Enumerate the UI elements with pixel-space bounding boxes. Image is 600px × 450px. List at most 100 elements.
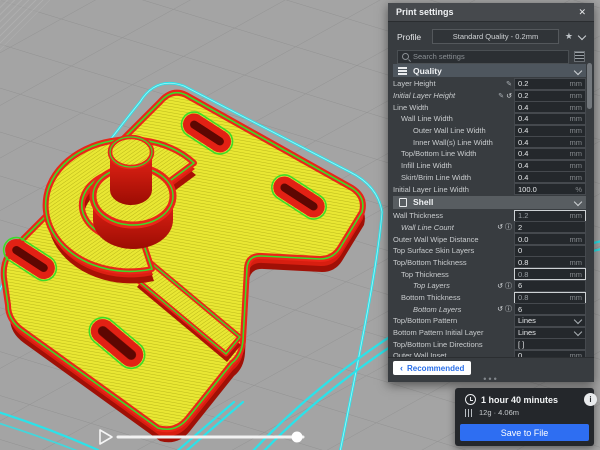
- setting-row: Initial Layer Height✎↺0.2mm: [393, 90, 586, 102]
- setting-value-field[interactable]: 0.0mm: [514, 233, 586, 245]
- setting-label: Wall Line Count: [393, 223, 497, 232]
- setting-label: Top/Bottom Thickness: [393, 258, 514, 267]
- setting-value: 0.4: [518, 138, 570, 147]
- pencil-icon[interactable]: ✎: [498, 92, 504, 100]
- info-icon[interactable]: ⓘ: [505, 304, 512, 314]
- setting-value-field[interactable]: 0.2mm: [514, 90, 586, 102]
- info-icon[interactable]: ⓘ: [505, 281, 512, 291]
- section-header-shell[interactable]: Shell: [393, 196, 586, 209]
- revert-icon[interactable]: ↺: [506, 92, 512, 100]
- profile-dropdown[interactable]: Standard Quality - 0.2mm: [432, 29, 559, 44]
- revert-icon[interactable]: ↺: [497, 223, 503, 231]
- setting-row: Top Layers↺ⓘ6: [393, 280, 586, 292]
- panel-header[interactable]: Print settings ✕: [388, 3, 594, 22]
- setting-label: Bottom Pattern Initial Layer: [393, 328, 514, 337]
- setting-value-field[interactable]: 2: [514, 221, 586, 233]
- search-placeholder: Search settings: [413, 52, 465, 61]
- setting-label: Top Surface Skin Layers: [393, 246, 514, 255]
- setting-label: Outer Wall Wipe Distance: [393, 235, 514, 244]
- search-input[interactable]: Search settings: [397, 50, 569, 64]
- close-icon[interactable]: ✕: [578, 7, 586, 18]
- settings-list: QualityLayer Height✎0.2mmInitial Layer H…: [393, 63, 586, 357]
- setting-row: Infill Line Width0.4mm: [393, 160, 586, 172]
- setting-value-field[interactable]: 0.8mm: [514, 268, 586, 280]
- setting-label: Top Thickness: [393, 270, 514, 279]
- filament-icon: [465, 409, 473, 417]
- setting-label: Line Width: [393, 103, 514, 112]
- setting-value-field[interactable]: 6: [514, 303, 586, 315]
- pencil-icon[interactable]: ✎: [506, 80, 512, 88]
- cura-window: Print settings ✕ Profile Standard Qualit…: [0, 0, 600, 450]
- star-icon[interactable]: ★: [565, 31, 573, 42]
- setting-value-field[interactable]: 0.4mm: [514, 148, 586, 160]
- setting-value-field[interactable]: 0: [514, 245, 586, 257]
- setting-value: 0.8: [518, 258, 570, 267]
- setting-value-field[interactable]: 0.4mm: [514, 136, 586, 148]
- setting-row: Outer Wall Line Width0.4mm: [393, 125, 586, 137]
- setting-label: Initial Layer Height: [393, 91, 498, 100]
- setting-label: Top/Bottom Line Directions: [393, 340, 514, 349]
- scrollbar-thumb[interactable]: [587, 63, 592, 109]
- setting-row: Outer Wall Inset0mm: [393, 350, 586, 357]
- setting-value: Lines: [518, 328, 575, 337]
- setting-value-field[interactable]: 0.4mm: [514, 125, 586, 137]
- setting-label: Wall Line Width: [393, 114, 514, 123]
- layer-slider-handle[interactable]: [292, 432, 303, 443]
- setting-value: 1.2: [518, 211, 570, 220]
- profile-label: Profile: [397, 32, 432, 42]
- output-summary-box: 1 hour 40 minutes i 12g · 4.06m Save to …: [455, 388, 594, 446]
- setting-label: Top/Bottom Line Width: [393, 149, 514, 158]
- setting-unit: mm: [570, 149, 583, 158]
- setting-row: Wall Thickness1.2mm: [393, 210, 586, 222]
- setting-value: 0.8: [518, 293, 570, 302]
- setting-value: 0.8: [518, 270, 570, 279]
- setting-value-field[interactable]: 1.2mm: [514, 210, 586, 222]
- revert-icon[interactable]: ↺: [497, 305, 503, 313]
- setting-value: 100.0: [518, 185, 575, 194]
- info-icon[interactable]: ⓘ: [505, 222, 512, 232]
- recommended-button[interactable]: ‹ Recommended: [393, 361, 471, 375]
- chevron-down-icon: [574, 198, 582, 206]
- setting-value-field[interactable]: 0mm: [514, 350, 586, 357]
- chevron-down-icon[interactable]: [578, 31, 586, 39]
- setting-value-field[interactable]: 0.8mm: [514, 292, 586, 304]
- setting-row: Skirt/Brim Line Width0.4mm: [393, 172, 586, 184]
- setting-select[interactable]: Lines: [514, 315, 586, 327]
- setting-value-field[interactable]: [ ]: [514, 338, 586, 350]
- setting-value-field[interactable]: 0.2mm: [514, 78, 586, 90]
- setting-label: Bottom Thickness: [393, 293, 514, 302]
- setting-value-field[interactable]: 100.0%: [514, 183, 586, 195]
- setting-value: 6: [518, 305, 582, 314]
- setting-row: Wall Line Count↺ⓘ2: [393, 222, 586, 234]
- setting-value: [ ]: [518, 340, 582, 349]
- panel-footer: ‹ Recommended •••: [388, 357, 594, 382]
- setting-value-field[interactable]: 0.8mm: [514, 256, 586, 268]
- revert-icon[interactable]: ↺: [497, 282, 503, 290]
- setting-label: Wall Thickness: [393, 211, 514, 220]
- setting-value-field[interactable]: 0.4mm: [514, 113, 586, 125]
- setting-row: Top/Bottom Line Directions [ ]: [393, 338, 586, 350]
- filter-icon[interactable]: [574, 51, 585, 62]
- layers-icon: [398, 67, 407, 75]
- setting-row: Top Thickness0.8mm: [393, 268, 586, 280]
- section-label: Shell: [413, 197, 575, 207]
- setting-select[interactable]: Lines: [514, 327, 586, 339]
- setting-value: 0.4: [518, 149, 570, 158]
- panel-resize-grip[interactable]: •••: [483, 376, 498, 382]
- info-icon[interactable]: i: [584, 393, 597, 406]
- shell-icon: [398, 198, 407, 206]
- setting-value-field[interactable]: 0.4mm: [514, 171, 586, 183]
- panel-title: Print settings: [396, 7, 578, 17]
- setting-value-field[interactable]: 0.4mm: [514, 101, 586, 113]
- setting-value-field[interactable]: 6: [514, 280, 586, 292]
- setting-unit: mm: [570, 258, 583, 267]
- save-to-file-button[interactable]: Save to File: [460, 424, 589, 441]
- section-header-quality[interactable]: Quality: [393, 64, 586, 77]
- chevron-down-icon: [574, 316, 582, 324]
- setting-row: Top/Bottom PatternLines: [393, 315, 586, 327]
- setting-label: Top/Bottom Pattern: [393, 316, 514, 325]
- print-time: 1 hour 40 minutes: [481, 395, 558, 405]
- setting-value-field[interactable]: 0.4mm: [514, 160, 586, 172]
- setting-row: Layer Height✎0.2mm: [393, 78, 586, 90]
- chevron-down-icon: [574, 66, 582, 74]
